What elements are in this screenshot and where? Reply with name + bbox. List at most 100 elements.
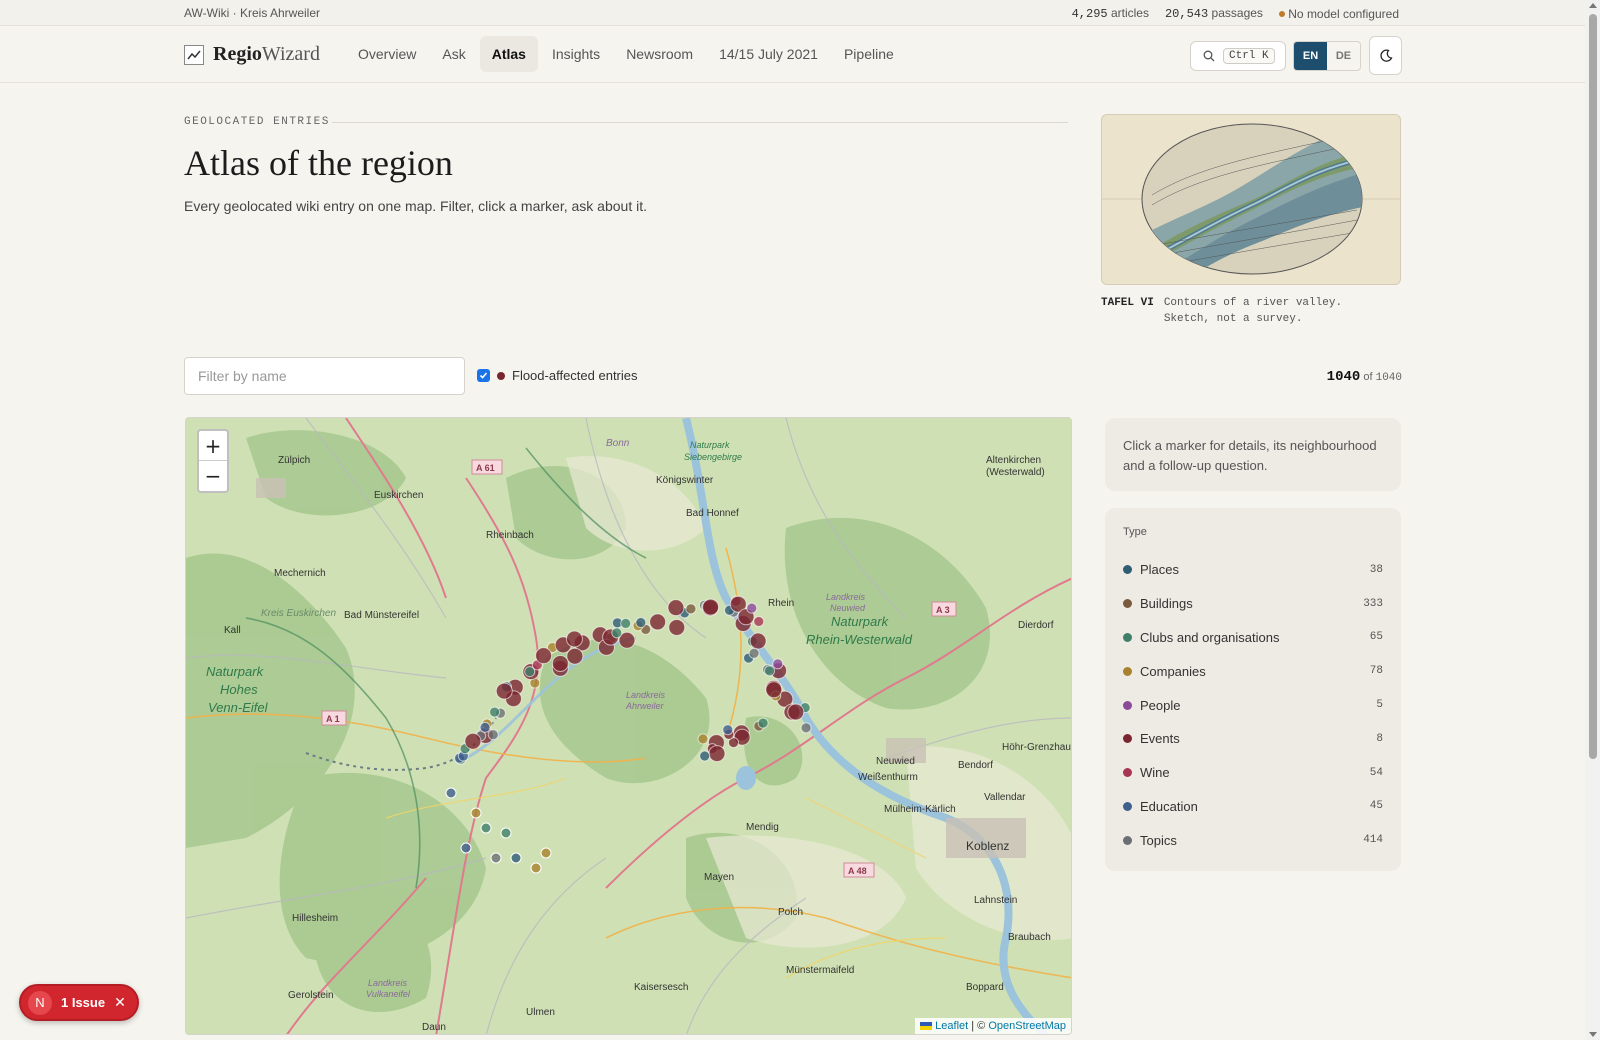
nav-pipeline[interactable]: Pipeline xyxy=(832,36,906,72)
svg-text:Siebengebirge: Siebengebirge xyxy=(684,452,742,462)
legend-item-clubs[interactable]: Clubs and organisations 65 xyxy=(1123,621,1383,655)
issue-badge[interactable]: N 1 Issue ✕ xyxy=(19,984,139,1021)
map-marker[interactable] xyxy=(722,724,734,736)
page-title: Atlas of the region xyxy=(184,143,453,183)
svg-text:Euskirchen: Euskirchen xyxy=(374,490,423,501)
atlas-map[interactable]: Zülpich Euskirchen Bonn Königswinter Bad Ho… xyxy=(185,417,1072,1035)
map-marker[interactable] xyxy=(500,827,512,839)
map-marker[interactable] xyxy=(490,852,502,864)
map-marker[interactable] xyxy=(667,599,685,617)
map-marker[interactable] xyxy=(445,787,457,799)
legend-item-education[interactable]: Education 45 xyxy=(1123,790,1383,824)
scroll-thumb[interactable] xyxy=(1589,14,1597,759)
map-marker[interactable] xyxy=(800,722,812,734)
legend-item-wine[interactable]: Wine 54 xyxy=(1123,756,1383,790)
map-marker[interactable] xyxy=(470,807,482,819)
nav-insights[interactable]: Insights xyxy=(540,36,612,72)
flood-dot-icon xyxy=(497,371,505,380)
eyebrow-divider xyxy=(332,122,1068,123)
osm-link[interactable]: OpenStreetMap xyxy=(988,1020,1066,1032)
lang-de[interactable]: DE xyxy=(1327,42,1360,70)
map-marker[interactable] xyxy=(764,665,776,677)
map-marker[interactable] xyxy=(753,615,765,627)
passages-label: passages xyxy=(1211,6,1263,20)
map-marker[interactable] xyxy=(551,654,569,672)
zoom-out-button[interactable]: − xyxy=(199,461,227,491)
brand[interactable]: RegioWizard xyxy=(184,43,320,66)
nav-atlas[interactable]: Atlas xyxy=(479,36,538,72)
flood-checkbox[interactable] xyxy=(477,369,490,382)
lang-en[interactable]: EN xyxy=(1294,42,1327,70)
page-scrollbar[interactable] xyxy=(1585,0,1600,1040)
legend-label: People xyxy=(1140,697,1181,713)
legend-item-topics[interactable]: Topics 414 xyxy=(1123,823,1383,857)
map-marker[interactable] xyxy=(565,630,583,648)
svg-text:Koblenz: Koblenz xyxy=(966,839,1009,853)
map-marker[interactable] xyxy=(495,682,513,700)
flood-filter[interactable]: Flood-affected entries xyxy=(477,368,638,383)
scroll-up-icon[interactable] xyxy=(1589,3,1597,8)
legend-count: 38 xyxy=(1369,563,1383,576)
svg-text:Mayen: Mayen xyxy=(704,872,734,883)
legend-label: Companies xyxy=(1140,663,1206,679)
legend-label: Clubs and organisations xyxy=(1140,629,1280,645)
svg-text:Zülpich: Zülpich xyxy=(278,455,310,466)
scroll-down-icon[interactable] xyxy=(1589,1032,1597,1037)
map-marker[interactable] xyxy=(635,617,647,629)
companies-dot-icon xyxy=(1123,666,1132,676)
map-marker[interactable] xyxy=(566,647,584,665)
page-lede: Every geolocated wiki entry on one map. … xyxy=(184,198,647,214)
map-marker[interactable] xyxy=(649,613,667,631)
svg-text:Venn-Eifel: Venn-Eifel xyxy=(208,700,269,715)
map-marker[interactable] xyxy=(535,647,553,665)
nav-newsroom[interactable]: Newsroom xyxy=(614,36,705,72)
legend-title: Type xyxy=(1123,526,1147,538)
map-marker[interactable] xyxy=(702,598,720,616)
wine-dot-icon xyxy=(1123,768,1132,778)
legend-label: Places xyxy=(1140,562,1180,578)
nav-july-2021[interactable]: 14/15 July 2021 xyxy=(707,36,830,72)
map-tiles[interactable]: Zülpich Euskirchen Bonn Königswinter Bad Ho… xyxy=(186,418,1072,1035)
map-marker[interactable] xyxy=(749,632,767,650)
map-marker[interactable] xyxy=(757,717,769,729)
svg-text:A 1: A 1 xyxy=(326,714,340,724)
legend-item-places[interactable]: Places 38 xyxy=(1123,553,1383,587)
leaflet-link[interactable]: Leaflet xyxy=(935,1020,968,1032)
plate-caption-line1: Contours of a river valley. xyxy=(1163,297,1343,309)
map-marker[interactable] xyxy=(530,862,542,874)
map-marker[interactable] xyxy=(699,750,711,762)
map-marker[interactable] xyxy=(460,842,472,854)
map-marker[interactable] xyxy=(765,681,783,699)
map-marker[interactable] xyxy=(611,627,623,639)
legend-item-events[interactable]: Events 8 xyxy=(1123,722,1383,756)
map-marker[interactable] xyxy=(510,852,522,864)
legend-item-people[interactable]: People 5 xyxy=(1123,688,1383,722)
svg-text:(Westerwald): (Westerwald) xyxy=(986,467,1045,478)
map-marker[interactable] xyxy=(748,647,760,659)
map-marker[interactable] xyxy=(708,745,726,763)
nav-overview[interactable]: Overview xyxy=(346,36,428,72)
close-icon[interactable]: ✕ xyxy=(114,994,126,1011)
map-marker[interactable] xyxy=(787,703,805,721)
legend-item-buildings[interactable]: Buildings 333 xyxy=(1123,587,1383,621)
map-marker[interactable] xyxy=(487,729,499,741)
map-marker[interactable] xyxy=(685,603,697,615)
legend-count: 414 xyxy=(1363,834,1383,847)
nav-ask[interactable]: Ask xyxy=(430,36,477,72)
map-marker[interactable] xyxy=(620,617,632,629)
map-marker[interactable] xyxy=(540,847,552,859)
legend-item-companies[interactable]: Companies 78 xyxy=(1123,654,1383,688)
site-label: AW-Wiki · Kreis Ahrweiler xyxy=(184,6,321,20)
search-button[interactable]: Ctrl K xyxy=(1190,41,1286,71)
map-marker[interactable] xyxy=(480,822,492,834)
map-marker[interactable] xyxy=(464,732,482,750)
zoom-in-button[interactable]: + xyxy=(199,431,227,461)
map-marker[interactable] xyxy=(479,721,491,733)
map-marker[interactable] xyxy=(746,602,758,614)
map-marker[interactable] xyxy=(489,706,501,718)
name-filter-input[interactable] xyxy=(184,357,465,395)
theme-toggle[interactable] xyxy=(1369,36,1402,75)
map-marker[interactable] xyxy=(668,618,686,636)
map-marker[interactable] xyxy=(697,733,709,745)
map-marker[interactable] xyxy=(772,658,784,670)
